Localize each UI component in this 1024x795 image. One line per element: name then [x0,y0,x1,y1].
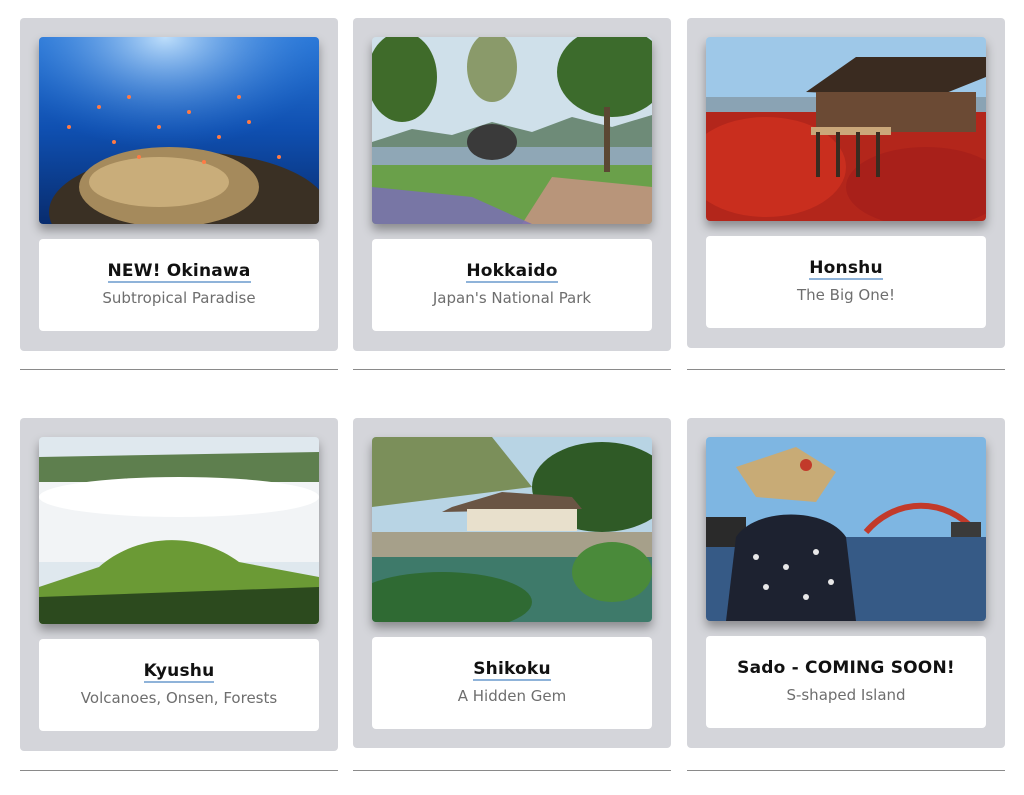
shikoku-info[interactable]: Shikoku A Hidden Gem [372,637,652,729]
card-title[interactable]: NEW! Okinawa [39,261,319,283]
divider [353,770,671,771]
divider [20,770,338,771]
card-subtitle: S-shaped Island [786,686,906,704]
hokkaido-photo[interactable] [372,37,652,224]
card-title[interactable]: Shikoku [372,659,652,681]
okinawa-info[interactable]: NEW! Okinawa Subtropical Paradise [39,239,319,331]
card-subtitle: Subtropical Paradise [102,289,256,307]
hokkaido-info[interactable]: Hokkaido Japan's National Park [372,239,652,331]
okinawa-photo[interactable] [39,37,319,224]
destination-card-shikoku[interactable]: Shikoku A Hidden Gem [353,418,671,748]
card-subtitle: A Hidden Gem [457,687,567,705]
card-subtitle: The Big One! [797,286,895,304]
sado-info[interactable]: Sado - COMING SOON! S-shaped Island [706,636,986,728]
card-subtitle: Volcanoes, Onsen, Forests [80,689,278,707]
card-title[interactable]: Honshu [706,258,986,280]
kyushu-info[interactable]: Kyushu Volcanoes, Onsen, Forests [39,639,319,731]
divider [20,369,338,370]
shikoku-photo[interactable] [372,437,652,622]
divider [687,369,1005,370]
sado-photo[interactable] [706,437,986,621]
divider [687,770,1005,771]
destination-card-kyushu[interactable]: Kyushu Volcanoes, Onsen, Forests [20,418,338,751]
kyushu-photo[interactable] [39,437,319,624]
card-subtitle: Japan's National Park [432,289,592,307]
honshu-info[interactable]: Honshu The Big One! [706,236,986,328]
card-title[interactable]: Kyushu [39,661,319,683]
honshu-photo[interactable] [706,37,986,221]
destination-card-sado[interactable]: Sado - COMING SOON! S-shaped Island [687,418,1005,748]
card-title[interactable]: Hokkaido [372,261,652,283]
card-title: Sado - COMING SOON! [737,658,955,678]
destination-card-okinawa[interactable]: NEW! Okinawa Subtropical Paradise [20,18,338,351]
divider [353,369,671,370]
destination-card-honshu[interactable]: Honshu The Big One! [687,18,1005,348]
destination-card-hokkaido[interactable]: Hokkaido Japan's National Park [353,18,671,351]
